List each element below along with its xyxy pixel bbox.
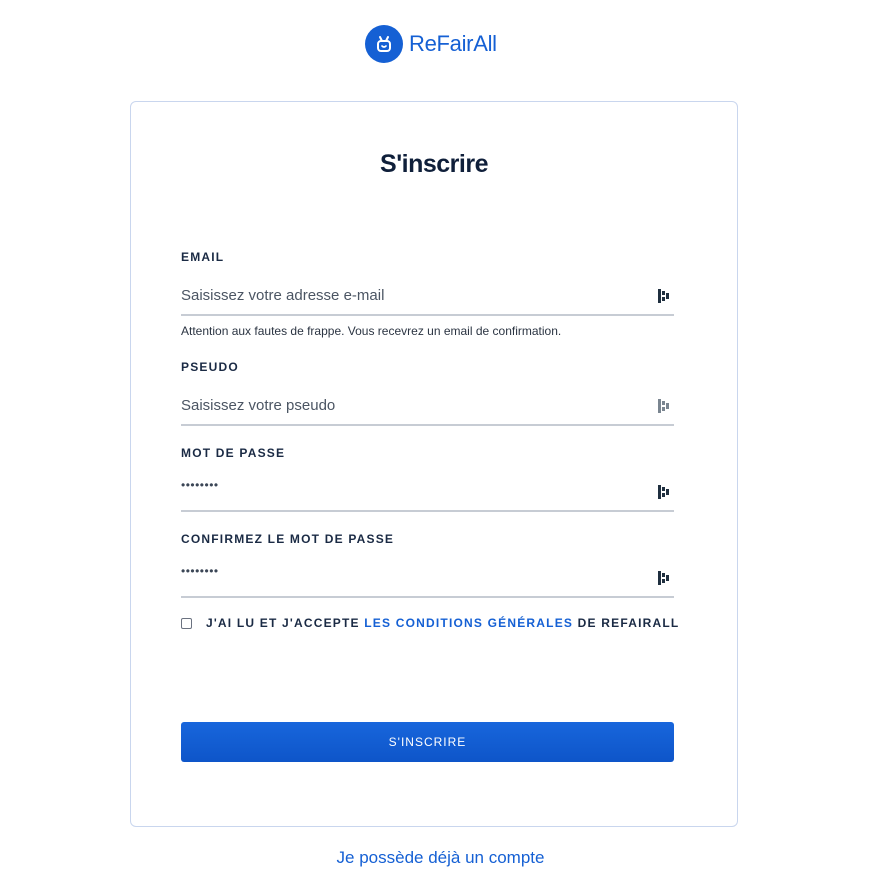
terms-prefix: J'AI LU ET J'ACCEPTE [206, 616, 360, 630]
confirm-password-input[interactable]: •••••••• [181, 564, 219, 578]
password-manager-icon[interactable] [658, 570, 670, 586]
email-input[interactable] [181, 276, 641, 314]
password-label: MOT DE PASSE [181, 446, 286, 460]
brand-name: ReFairAll [409, 31, 497, 56]
terms-row: J'AI LU ET J'ACCEPTE LES CONDITIONS GÉNÉ… [181, 616, 679, 630]
terms-text: J'AI LU ET J'ACCEPTE LES CONDITIONS GÉNÉ… [206, 616, 679, 630]
terms-link[interactable]: LES CONDITIONS GÉNÉRALES [364, 616, 573, 630]
email-label: EMAIL [181, 250, 225, 264]
terms-suffix: DE REFAIRALL [577, 616, 680, 630]
password-input-row[interactable]: •••••••• [181, 472, 674, 512]
password-input[interactable]: •••••••• [181, 478, 219, 492]
email-field-group: EMAIL Attention aux fautes de frappe. Vo… [181, 250, 674, 338]
confirm-password-label: CONFIRMEZ LE MOT DE PASSE [181, 532, 395, 546]
pseudo-field-group: PSEUDO [181, 360, 674, 426]
terms-checkbox[interactable] [181, 617, 192, 629]
login-link[interactable]: Je possède déjà un compte [0, 848, 881, 868]
password-manager-icon[interactable] [658, 288, 670, 304]
refairall-logo-icon [365, 25, 403, 63]
password-manager-icon[interactable] [658, 484, 670, 500]
brand-logo: ReFairAll [365, 25, 497, 63]
password-field-group: MOT DE PASSE •••••••• [181, 446, 674, 512]
pseudo-label: PSEUDO [181, 360, 239, 374]
confirm-password-input-row[interactable]: •••••••• [181, 558, 674, 598]
signup-card: S'inscrire EMAIL Attention aux fautes de… [130, 101, 738, 827]
page-title: S'inscrire [380, 150, 488, 178]
confirm-password-field-group: CONFIRMEZ LE MOT DE PASSE •••••••• [181, 532, 674, 598]
email-input-row [181, 276, 674, 316]
password-manager-icon[interactable] [658, 398, 670, 414]
signup-button[interactable]: S'INSCRIRE [181, 722, 674, 762]
pseudo-input-row [181, 386, 674, 426]
email-hint: Attention aux fautes de frappe. Vous rec… [181, 324, 562, 338]
pseudo-input[interactable] [181, 386, 641, 424]
